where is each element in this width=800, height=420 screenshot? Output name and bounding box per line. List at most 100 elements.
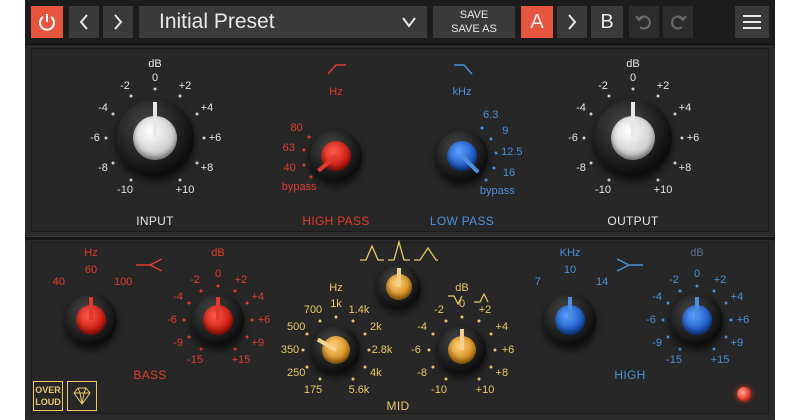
save-button[interactable]: SAVE <box>460 8 489 22</box>
input-unit: dB <box>148 58 162 70</box>
output-knob-indicator <box>631 102 635 138</box>
mid-gain-knob[interactable] <box>438 326 486 374</box>
bass-gain-scale-tick-dot <box>199 347 203 351</box>
high-gain-scale-tick-label: -4 <box>652 291 663 303</box>
bass-gain-scale-tick-dot <box>233 347 237 351</box>
undo-button[interactable] <box>629 6 659 38</box>
bass-gain-scale-tick-label: -15 <box>187 353 203 366</box>
low-pass-scale-tick-label: bypass <box>479 185 515 198</box>
output-scale-tick-dot <box>607 178 610 182</box>
bass-gain-scale-tick-label: -4 <box>173 291 184 303</box>
input-scale-tick-label: 0 <box>151 72 159 84</box>
high-shelf-icon <box>616 258 643 272</box>
input-knob[interactable] <box>116 99 194 177</box>
mid-q-knob-indicator <box>397 268 401 287</box>
output-scale-tick-dot <box>673 161 677 164</box>
mid-gain-scale-tick-dot <box>493 348 497 352</box>
bass-gain-knob[interactable] <box>192 294 244 346</box>
bass-shelf-icon <box>136 258 163 272</box>
low-pass-curve-icon <box>454 64 473 75</box>
plugin-window: Initial Preset SAVE SAVE AS A B -10 -8 -6-… <box>25 0 775 420</box>
bass-gain-scale-tick-dot <box>216 284 220 288</box>
bass-gain-scale-tick-dot <box>187 301 191 305</box>
next-preset-button[interactable] <box>103 6 133 38</box>
mid-gain-scale-tick-label: -8 <box>417 367 428 379</box>
high-pass-curve-icon <box>327 64 346 75</box>
input-scale-tick-dot <box>195 112 199 115</box>
output-scale-tick-label: -4 <box>576 102 586 114</box>
high-pass-scale-tick-label: bypass <box>281 180 317 193</box>
mid-freq-knob[interactable] <box>312 326 360 374</box>
high-gain-scale-tick-dot <box>666 335 670 339</box>
high-pass-unit: Hz <box>329 86 343 98</box>
save-as-button[interactable]: SAVE AS <box>451 22 497 36</box>
mid-gain-scale-tick-label: -2 <box>434 304 444 317</box>
mid-gain-scale-tick-dot <box>431 332 435 335</box>
output-knob[interactable] <box>594 99 672 177</box>
high-pass-knob[interactable] <box>310 130 362 182</box>
input-scale-tick-dot <box>129 178 132 182</box>
mid-freq-scale-tick-dot <box>318 377 321 381</box>
mid-freq-scale-tick-dot <box>363 332 367 335</box>
mid-freq-scale-tick-dot <box>351 377 354 381</box>
slot-a-button[interactable]: A <box>521 6 553 38</box>
preset-selector[interactable]: Initial Preset <box>139 6 427 38</box>
high-gain-scale-tick-dot <box>695 284 699 288</box>
menu-button[interactable] <box>735 6 769 38</box>
low-pass-knob[interactable] <box>436 130 488 182</box>
mid-freq-scale-tick-label: 2.8k <box>371 344 393 356</box>
save-button-group: SAVE SAVE AS <box>433 6 515 38</box>
mid-gain-scale-tick-dot <box>431 365 435 368</box>
low-pass-scale-tick-dot <box>480 126 483 130</box>
mid-freq-scale-tick-dot <box>367 348 371 352</box>
bass-gain-scale-tick-dot <box>245 335 249 339</box>
mid-freq-scale-tick-label: 350 <box>280 344 300 356</box>
high-gain-scale-tick-dot <box>666 301 670 305</box>
bass-gain-unit: dB <box>211 247 225 259</box>
bass-gain-scale-tick-dot <box>199 289 203 293</box>
input-scale-tick-label: +2 <box>178 80 192 93</box>
output-scale-tick-label: +2 <box>656 80 670 93</box>
prev-preset-button[interactable] <box>69 6 99 38</box>
slot-b-button[interactable]: B <box>591 6 623 38</box>
bass-gain-scale-tick-dot <box>250 318 254 322</box>
low-pass-scale-tick-dot <box>494 151 498 155</box>
high-pass-scale-tick-dot <box>302 148 305 152</box>
mid-freq-scale-tick-label: 700 <box>303 304 323 317</box>
chevron-down-icon <box>402 17 416 28</box>
low-pass-scale-tick-label: 6.3 <box>483 109 499 122</box>
bass-gain-scale-tick-label: +9 <box>251 337 265 349</box>
high-pass-scale-tick-label: 80 <box>290 122 303 135</box>
high-label: HIGH <box>614 368 646 382</box>
redo-button[interactable] <box>663 6 693 38</box>
mid-q-knob[interactable] <box>377 265 421 309</box>
mid-gain-scale-tick-label: +8 <box>495 367 509 379</box>
mid-gain-scale-tick-dot <box>489 365 493 368</box>
high-gain-scale-tick-dot <box>724 335 728 339</box>
bass-gain-scale-tick-dot <box>187 335 191 339</box>
input-scale-tick-label: -8 <box>98 162 108 174</box>
high-gain-scale-tick-label: +15 <box>710 353 730 366</box>
input-scale-tick-label: +6 <box>208 132 222 144</box>
high-pass-scale-tick-label: 40 <box>283 162 296 175</box>
mid-gain-scale-tick-dot <box>477 319 480 323</box>
input-scale-tick-dot <box>178 94 181 98</box>
input-scale-tick-dot <box>195 161 199 164</box>
copy-a-to-b-button[interactable] <box>557 6 587 38</box>
high-gain-scale-tick-dot <box>678 347 682 351</box>
output-scale-tick-dot <box>656 94 659 98</box>
input-scale-tick-label: -4 <box>98 102 108 114</box>
bass-freq-knob[interactable] <box>65 294 117 346</box>
mid-gain-scale-tick-dot <box>489 332 493 335</box>
high-pass-scale-tick-dot <box>309 175 313 179</box>
high-gain-knob[interactable] <box>671 294 723 346</box>
output-scale-tick-dot <box>656 178 659 182</box>
high-gain-scale-tick-label: 0 <box>693 268 701 280</box>
bass-freq-knob-indicator <box>89 297 93 320</box>
undo-icon <box>635 15 651 30</box>
bass-freq-unit: Hz <box>84 247 98 259</box>
high-freq-knob[interactable] <box>544 294 596 346</box>
power-button[interactable] <box>31 6 63 38</box>
bass-gain-scale-tick-dot <box>182 318 186 322</box>
high-freq-knob-indicator <box>568 297 572 320</box>
